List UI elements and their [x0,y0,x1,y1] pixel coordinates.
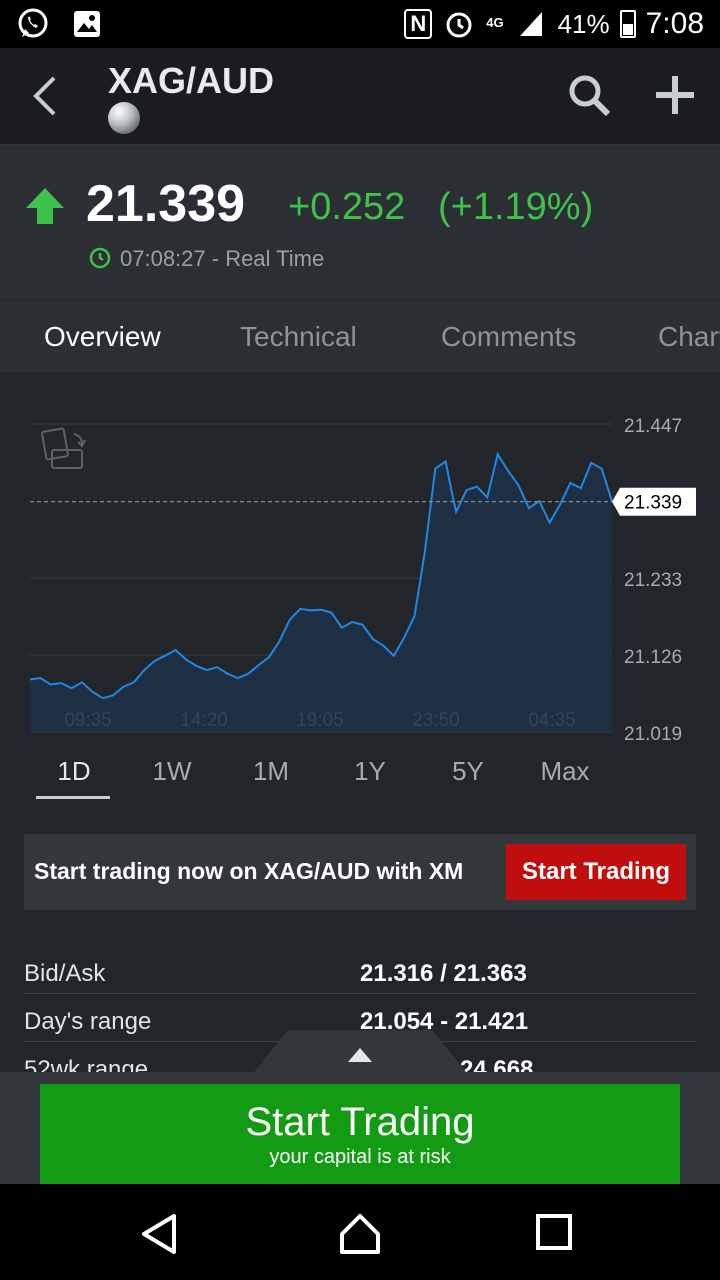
range-max[interactable]: Max [525,756,605,787]
range-selector: 1D 1W 1M 1Y 5Y Max [24,756,605,799]
stat-label: Day's range [24,1008,152,1035]
chevron-up-icon [348,1048,372,1062]
price-change: +0.252 [288,186,406,228]
y-tick-label: 21.019 [624,724,682,744]
y-tick-label: 21.447 [624,416,682,437]
overview-panel: 21.44721.23321.12621.01909:3514:2019:052… [0,372,720,1072]
promo-text: Start trading now on XAG/AUD with XM [34,858,464,884]
start-trading-title: Start Trading [245,1100,475,1144]
rotate-chart-icon[interactable] [41,427,86,469]
back-icon [33,76,56,116]
tab-bar: Overview Technical Comments Chart [0,300,720,372]
search-button[interactable] [566,72,612,118]
range-1y[interactable]: 1Y [330,756,410,787]
risk-warning: your capital is at risk [269,1146,451,1168]
whatsapp-icon [16,7,50,41]
app-bar: XAG/AUD [0,48,720,144]
back-triangle-icon[interactable] [138,1212,182,1256]
search-icon [569,75,611,117]
y-tick-label: 21.126 [624,647,682,668]
promo-banner: Start trading now on XAG/AUD with XM Sta… [24,834,696,910]
range-1w[interactable]: 1W [132,756,212,787]
page-title: XAG/AUD [108,60,275,101]
stat-label: Bid/Ask [24,960,106,987]
alarm-icon [442,7,476,41]
battery-percent: 41% [557,8,610,39]
promo-start-trading-button[interactable]: Start Trading [506,844,686,900]
price-area [30,454,612,732]
battery-icon [619,10,636,38]
range-1m[interactable]: 1M [231,756,311,787]
silver-coin-icon [108,102,140,134]
y-tick-label: 21.233 [624,570,682,591]
back-button[interactable] [22,70,70,122]
trade-bar: Start Trading your capital is at risk [0,1072,720,1184]
network-label: 4G [486,15,504,30]
stat-value: 21.316 / 21.363 [360,960,527,987]
image-icon [70,7,104,41]
quote-header: 21.339 +0.252 (+1.19%) 07:08:27 - Real T… [0,144,720,300]
current-price-label: 21.339 [624,493,682,514]
last-price: 21.339 [86,175,246,233]
system-nav-bar [0,1184,720,1280]
signal-icon [514,7,548,41]
price-change-percent: (+1.19%) [438,186,594,228]
clock-icon [88,246,112,270]
recents-icon[interactable] [534,1212,578,1256]
stat-label: 52wk range [24,1056,149,1072]
nfc-icon: N [404,9,433,39]
up-arrow-icon [24,186,66,226]
home-icon[interactable] [338,1212,382,1256]
stat-value: 24.668 [460,1056,534,1072]
real-time-label: 07:08:27 - Real Time [120,246,325,271]
add-button[interactable] [652,72,698,118]
range-1d[interactable]: 1D [34,756,114,787]
tab-comments[interactable]: Comments [441,321,576,353]
range-5y[interactable]: 5Y [428,756,508,787]
tab-technical[interactable]: Technical [240,321,357,353]
tab-overview[interactable]: Overview [44,321,161,353]
status-bar: N 4G 41% 7:08 [0,0,720,48]
stat-row-bid-ask: Bid/Ask 21.316 / 21.363 [24,946,696,994]
tab-chart[interactable]: Chart [658,321,720,353]
price-chart[interactable]: 21.44721.23321.12621.01909:3514:2019:052… [0,372,720,744]
clock-time: 7:08 [645,7,704,40]
plus-icon [656,76,694,114]
range-active-underline [36,796,110,799]
start-trading-button[interactable]: Start Trading your capital is at risk [40,1084,680,1184]
